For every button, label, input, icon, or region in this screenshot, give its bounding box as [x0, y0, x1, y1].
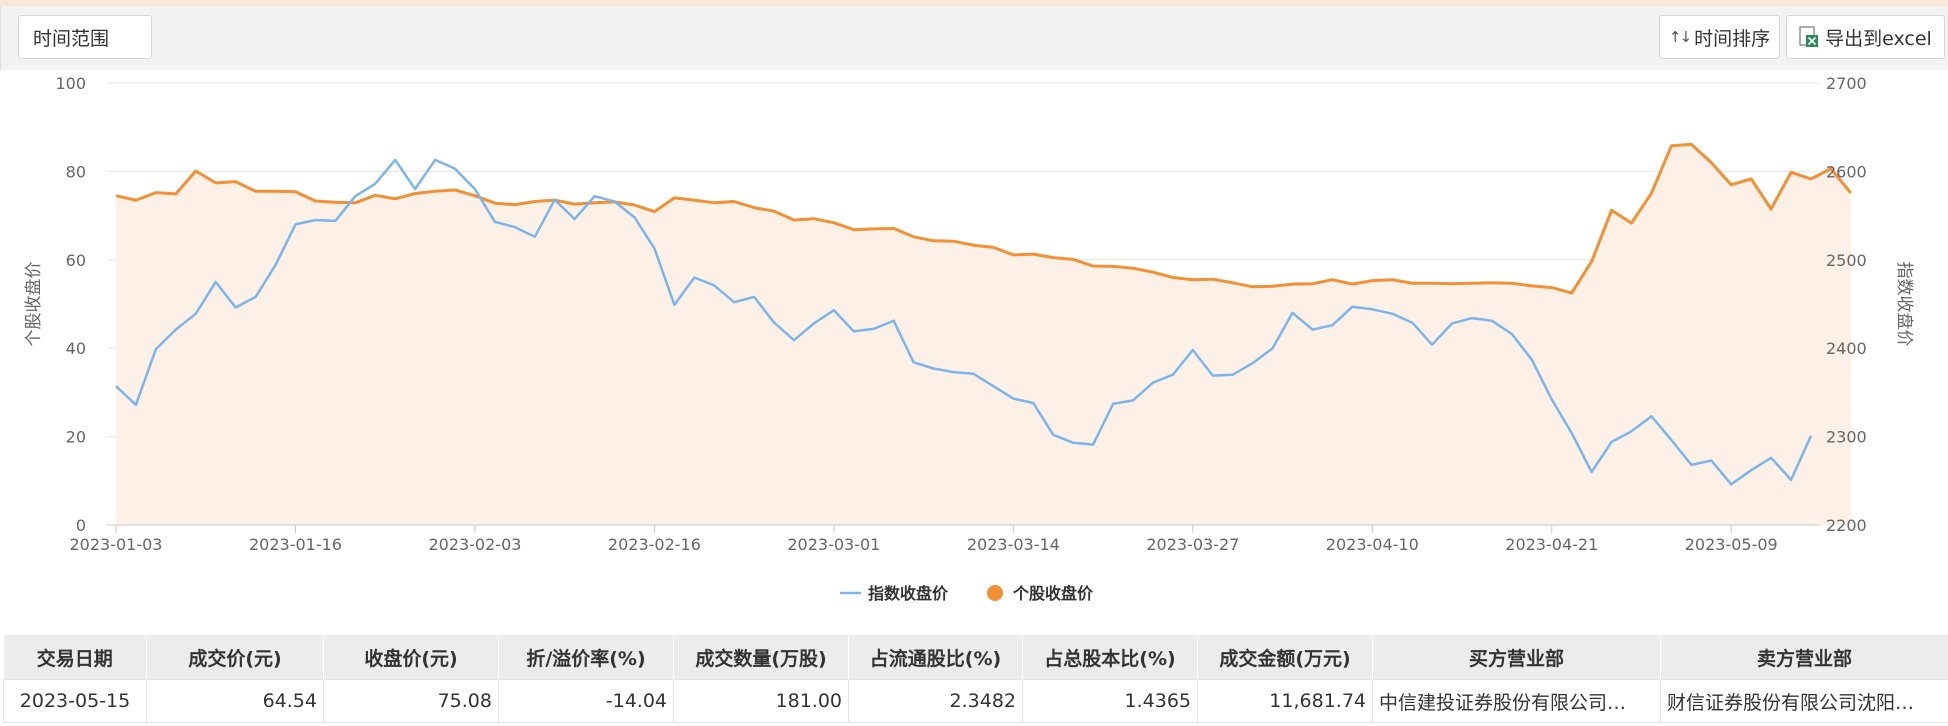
export-excel-button[interactable]: 导出到excel	[1786, 15, 1945, 59]
y-axis-left-title: 个股收盘价	[24, 262, 44, 347]
y-left-tick-label: 100	[55, 74, 86, 93]
x-tick-label: 2023-03-27	[1146, 535, 1239, 554]
y-right-tick-label: 2500	[1826, 251, 1867, 270]
cell-trade-date: 2023-05-15	[3, 679, 147, 723]
table-row[interactable]: 2023-05-15 64.54 75.08 -14.04 181.00 2.3…	[3, 679, 1948, 723]
x-tick-label: 2023-02-16	[608, 535, 701, 554]
x-tick-label: 2023-05-09	[1685, 535, 1778, 554]
y-right-tick-label: 2200	[1826, 516, 1867, 535]
y-right-tick-label: 2600	[1826, 162, 1867, 181]
x-tick-label: 2023-04-10	[1326, 535, 1419, 554]
y-axis-right-title: 指数收盘价	[1894, 262, 1914, 347]
x-tick-label: 2023-01-16	[249, 535, 342, 554]
time-sort-label: 时间排序	[1694, 27, 1771, 50]
cell-trade-price: 64.54	[146, 679, 324, 723]
cell-total-ratio: 1.4365	[1022, 679, 1198, 723]
time-sort-button[interactable]: ↑↓ 时间排序	[1659, 15, 1780, 59]
y-left-tick-label: 40	[66, 339, 86, 358]
col-header-amount[interactable]: 成交金额(万元)	[1197, 635, 1373, 680]
col-header-premium-rate[interactable]: 折/溢价率(%)	[498, 635, 674, 680]
cell-volume: 181.00	[673, 679, 849, 723]
cell-close-price: 75.08	[323, 679, 499, 723]
col-header-trade-price[interactable]: 成交价(元)	[146, 635, 324, 680]
y-right-tick-label: 2300	[1826, 428, 1867, 447]
x-tick-label: 2023-03-01	[787, 535, 880, 554]
col-header-trade-date[interactable]: 交易日期	[3, 635, 147, 680]
cell-buyer: 中信建投证券股份有限公司…	[1372, 679, 1661, 723]
cell-float-ratio: 2.3482	[848, 679, 1023, 723]
legend-label-index: 指数收盘价	[868, 584, 949, 603]
x-tick-label: 2023-04-21	[1505, 535, 1598, 554]
col-header-total-ratio[interactable]: 占总股本比(%)	[1022, 635, 1198, 680]
export-excel-label: 导出到excel	[1825, 27, 1932, 50]
legend-item-index[interactable]: 指数收盘价	[840, 584, 949, 603]
y-right-tick-label: 2400	[1826, 339, 1867, 358]
legend-label-stock: 个股收盘价	[1012, 584, 1094, 603]
col-header-float-ratio[interactable]: 占流通股比(%)	[848, 635, 1023, 680]
excel-icon	[1799, 26, 1819, 47]
y-left-tick-label: 20	[66, 428, 86, 447]
y-right-tick-label: 2700	[1826, 74, 1867, 93]
y-left-tick-label: 80	[66, 162, 86, 181]
time-range-label: 时间范围	[33, 27, 110, 50]
col-header-seller[interactable]: 卖方营业部	[1660, 635, 1948, 680]
table-header-row: 交易日期 成交价(元) 收盘价(元) 折/溢价率(%) 成交数量(万股) 占流通…	[3, 635, 1948, 680]
toolbar: 时间范围 ↑↓ 时间排序 导出到excel	[0, 6, 1948, 70]
cell-seller: 财信证券股份有限公司沈阳…	[1660, 679, 1948, 723]
sort-arrows-icon: ↑↓	[1668, 28, 1692, 46]
chart-legend: 指数收盘价 个股收盘价	[840, 584, 1094, 603]
x-tick-label: 2023-02-03	[428, 535, 521, 554]
col-header-volume[interactable]: 成交数量(万股)	[673, 635, 849, 680]
x-tick-label: 2023-03-14	[967, 535, 1060, 554]
y-left-tick-label: 60	[66, 251, 86, 270]
legend-swatch-stock	[987, 585, 1003, 601]
col-header-close-price[interactable]: 收盘价(元)	[323, 635, 499, 680]
price-chart: 0 2200 20 2300 40 2400 60 2500 80 2600 100 2700 2023…	[24, 74, 1914, 603]
legend-item-stock[interactable]: 个股收盘价	[987, 584, 1094, 603]
col-header-buyer[interactable]: 买方营业部	[1372, 635, 1661, 680]
block-trade-table: 交易日期 成交价(元) 收盘价(元) 折/溢价率(%) 成交数量(万股) 占流通…	[3, 635, 1948, 723]
time-range-button[interactable]: 时间范围	[18, 15, 152, 59]
y-left-tick-label: 0	[76, 516, 86, 535]
cell-amount: 11,681.74	[1197, 679, 1373, 723]
cell-premium-rate: -14.04	[498, 679, 674, 723]
x-tick-label: 2023-01-03	[70, 535, 163, 554]
